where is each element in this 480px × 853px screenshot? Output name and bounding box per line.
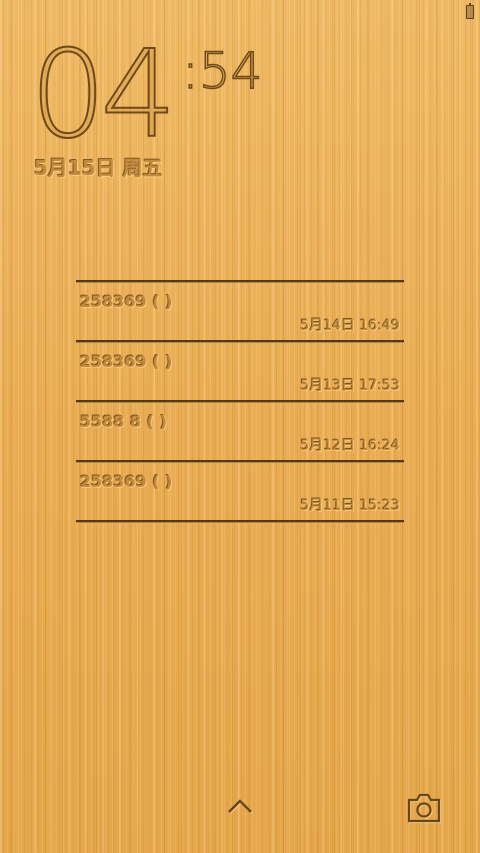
notification-time: 5月13日 17:53 <box>300 378 400 394</box>
notification-divider <box>76 520 404 523</box>
camera-icon[interactable] <box>406 792 442 824</box>
clock-date: 5月15日 周五 <box>34 156 163 180</box>
notification-title: 258369 ( ) <box>80 472 173 491</box>
notification-item[interactable]: 258369 ( ) 5月11日 15:23 <box>76 463 404 520</box>
notification-item[interactable]: 258369 ( ) 5月13日 17:53 <box>76 343 404 400</box>
chevron-up-icon[interactable] <box>226 796 254 816</box>
notification-time: 5月11日 15:23 <box>300 498 400 514</box>
notification-item[interactable]: 5588 8 ( ) 5月12日 16:24 <box>76 403 404 460</box>
notification-list: 258369 ( ) 5月14日 16:49 258369 ( ) 5月13日 … <box>76 280 404 523</box>
clock-hours: 04 <box>29 26 178 165</box>
notification-time: 5月14日 16:49 <box>300 318 400 334</box>
notification-title: 258369 ( ) <box>80 352 173 371</box>
notification-title: 258369 ( ) <box>80 292 173 311</box>
battery-icon <box>466 3 474 19</box>
notification-item[interactable]: 258369 ( ) 5月14日 16:49 <box>76 283 404 340</box>
notification-time: 5月12日 16:24 <box>300 438 400 454</box>
clock-minutes: :54 <box>181 42 263 100</box>
notification-title: 5588 8 ( ) <box>80 412 167 431</box>
